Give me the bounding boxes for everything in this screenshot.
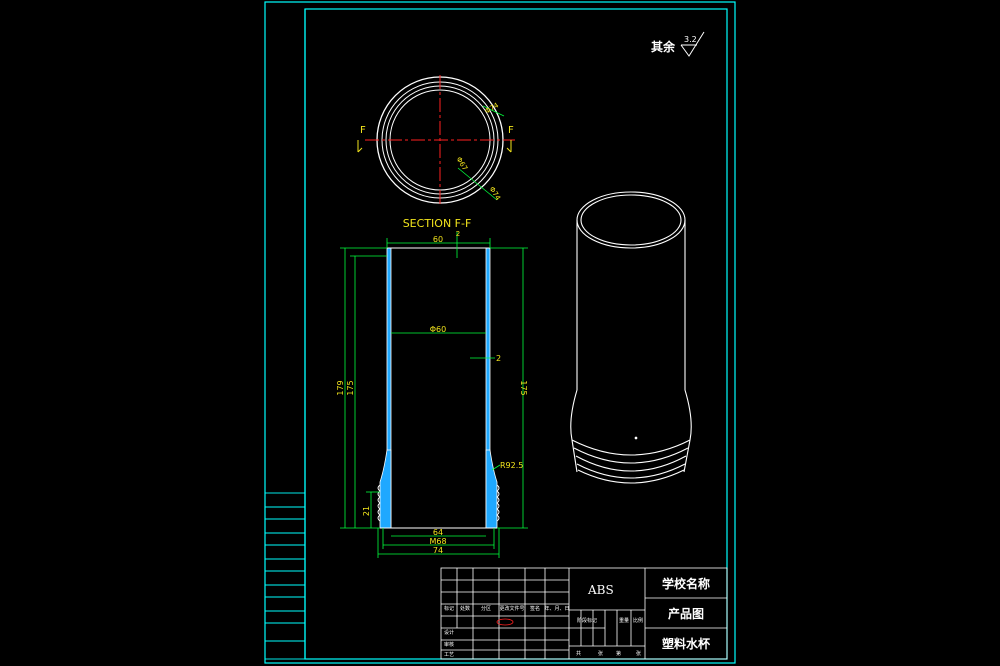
dim-bottom-width: 64 (433, 528, 443, 537)
roughness-value: 3.2 (684, 35, 697, 44)
dim-thread-dia: M68 (429, 537, 446, 546)
label-mark: 标记 (444, 605, 454, 612)
label-stage: 阶段标记 (577, 617, 597, 624)
label-count: 处数 (460, 605, 470, 612)
dim-inner-dia: Φ60 (430, 325, 446, 334)
label-sign: 签名 (530, 605, 540, 612)
label-scale: 比例 (633, 617, 643, 624)
cad-drawing: 其余 3.2 F F Φ74 Φ67 Φ74 SECTION F-F 60 2 … (0, 0, 1000, 666)
dim-height-total: 179 (336, 380, 345, 395)
label-weight: 重量 (619, 617, 629, 624)
label-sheets: 张 (598, 650, 603, 657)
dim-height-right: 175 (519, 380, 528, 395)
dim-overall-width: 74 (433, 546, 443, 555)
section-mark-left: F (360, 125, 366, 136)
label-total: 共 (576, 650, 581, 657)
section-mark-right: F (508, 125, 514, 136)
label-zone: 分区 (481, 605, 491, 612)
part-name: 塑料水杯 (662, 636, 711, 651)
label-design: 设计 (444, 629, 454, 636)
dim-top-gap: 2 (456, 230, 460, 238)
dim-radius: R92.5 (500, 461, 523, 470)
school-name: 学校名称 (662, 576, 710, 591)
label-process: 工艺 (444, 652, 454, 658)
dim-height-inner: 175 (346, 380, 355, 395)
label-review: 审核 (444, 641, 454, 648)
dim-top-width: 60 (433, 235, 443, 244)
roughness-label: 其余 (651, 39, 676, 54)
dim-thread-height: 21 (362, 506, 371, 516)
label-change-no: 更改文件号 (499, 605, 524, 612)
section-title: SECTION F-F (403, 217, 472, 230)
label-date: 年、月、日 (544, 605, 569, 612)
canvas-background (0, 0, 1000, 666)
dim-wall: 2 (496, 354, 501, 363)
drawing-type: 产品图 (668, 606, 704, 621)
label-no: 第 (616, 650, 621, 657)
label-sheet: 张 (636, 650, 641, 657)
material: ABS (587, 583, 614, 597)
